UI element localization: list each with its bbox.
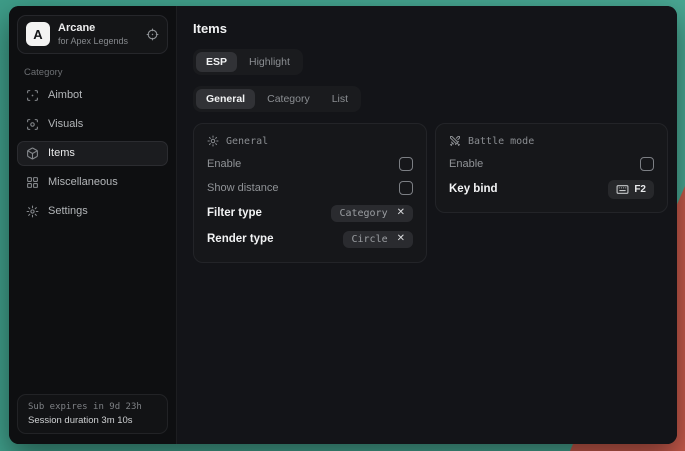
sidebar-item-label: Visuals: [48, 118, 83, 130]
panel-header: Battle mode: [449, 135, 654, 147]
sidebar-item-label: Miscellaneous: [48, 176, 118, 188]
keybind-button[interactable]: F2: [608, 180, 654, 199]
tab-label: List: [332, 93, 348, 105]
keybind-value: F2: [634, 184, 646, 195]
keyboard-icon: [616, 183, 629, 196]
brand-subtitle: for Apex Legends: [58, 36, 128, 47]
setting-label: Show distance: [207, 182, 279, 194]
sidebar-item-visuals[interactable]: Visuals: [17, 112, 168, 137]
select-value: Category: [339, 208, 387, 219]
panel-rows: Enable Key bind F2: [449, 152, 654, 202]
brand-name: Arcane: [58, 22, 128, 35]
sidebar-item-settings[interactable]: Settings: [17, 199, 168, 224]
render-type-select[interactable]: Circle ✕: [343, 231, 413, 248]
sidebar-item-label: Aimbot: [48, 89, 82, 101]
session-info-card: Sub expires in 9d 23h Session duration 3…: [17, 394, 168, 434]
setting-label: Render type: [207, 233, 273, 245]
tab-general[interactable]: General: [196, 89, 255, 109]
tab-label: ESP: [206, 56, 227, 68]
setting-label: Key bind: [449, 183, 498, 195]
sidebar-item-label: Items: [48, 147, 75, 159]
session-duration-text: Session duration 3m 10s: [28, 415, 157, 426]
setting-row-show-distance: Show distance: [207, 176, 413, 200]
filter-type-select[interactable]: Category ✕: [331, 205, 413, 222]
swords-icon: [449, 135, 461, 147]
panel-title: General: [226, 136, 268, 147]
main-content: Items ESP Highlight General Category List G…: [177, 6, 677, 444]
gear-icon: [26, 205, 39, 218]
page-title: Items: [193, 21, 668, 36]
grid-icon: [26, 176, 39, 189]
setting-label: Enable: [449, 158, 483, 170]
tab-label: Highlight: [249, 56, 290, 68]
panel-header: General: [207, 135, 413, 147]
sidebar-nav: Aimbot Visuals Items Miscellaneous Settings: [17, 83, 168, 224]
scan-icon: [26, 89, 39, 102]
tab-category[interactable]: Category: [257, 89, 320, 109]
sidebar-item-label: Settings: [48, 205, 88, 217]
select-value: Circle: [351, 234, 387, 245]
panel-battle-mode: Battle mode Enable Key bind F2: [435, 123, 668, 213]
sun-icon: [207, 135, 219, 147]
sidebar-section-label: Category: [24, 67, 161, 78]
brand-logo: A: [26, 22, 50, 46]
panel-title: Battle mode: [468, 136, 534, 147]
brand-card: A Arcane for Apex Legends: [17, 15, 168, 54]
tab-list[interactable]: List: [322, 89, 358, 109]
tab-esp[interactable]: ESP: [196, 52, 237, 72]
sub-tabs: General Category List: [193, 86, 361, 112]
clear-icon[interactable]: ✕: [397, 234, 405, 244]
setting-label: Enable: [207, 158, 241, 170]
setting-row-render-type: Render type Circle ✕: [207, 226, 413, 252]
checkbox-show-distance[interactable]: [399, 181, 413, 195]
setting-row-key-bind: Key bind F2: [449, 176, 654, 202]
setting-row-enable: Enable: [207, 152, 413, 176]
sub-expiry-text: Sub expires in 9d 23h: [28, 402, 157, 412]
tab-label: Category: [267, 93, 310, 105]
eye-icon: [26, 118, 39, 131]
package-icon: [26, 147, 39, 160]
app-window: A Arcane for Apex Legends Category Aimbo…: [9, 6, 677, 444]
sidebar-item-aimbot[interactable]: Aimbot: [17, 83, 168, 108]
setting-row-enable: Enable: [449, 152, 654, 176]
tab-label: General: [206, 93, 245, 105]
panel-rows: Enable Show distance Filter type Categor…: [207, 152, 413, 252]
panel-general: General Enable Show distance Filter type…: [193, 123, 427, 263]
setting-label: Filter type: [207, 207, 262, 219]
clear-icon[interactable]: ✕: [397, 208, 405, 218]
sidebar-item-miscellaneous[interactable]: Miscellaneous: [17, 170, 168, 195]
panels-row: General Enable Show distance Filter type…: [193, 123, 668, 263]
sidebar: A Arcane for Apex Legends Category Aimbo…: [9, 6, 177, 444]
mode-tabs: ESP Highlight: [193, 49, 303, 75]
checkbox-enable[interactable]: [640, 157, 654, 171]
setting-row-filter-type: Filter type Category ✕: [207, 200, 413, 226]
sidebar-item-items[interactable]: Items: [17, 141, 168, 166]
checkbox-enable[interactable]: [399, 157, 413, 171]
tab-highlight[interactable]: Highlight: [239, 52, 300, 72]
crosshair-icon[interactable]: [146, 28, 159, 41]
